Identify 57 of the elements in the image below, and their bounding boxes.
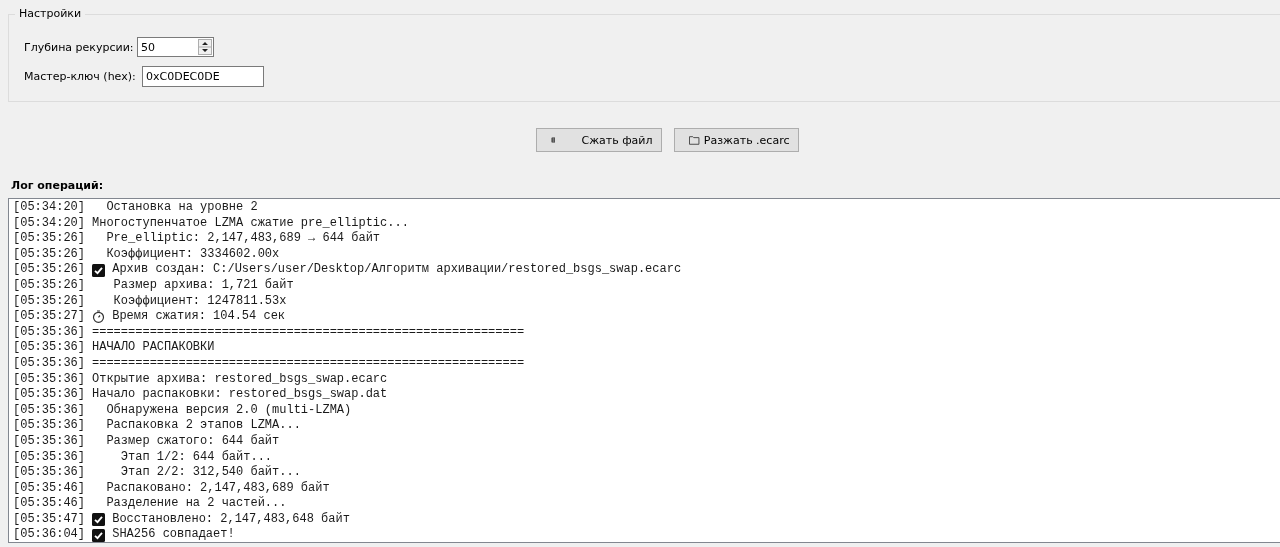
log-message: Разделение на 2 частей... [105,496,287,512]
log-message: Открытие архива: restored_bsgs_swap.ecarc [92,371,388,388]
action-button[interactable]: Сжать файл [535,128,662,152]
spin-arrows-icon[interactable] [198,39,212,55]
log-time: [05:35:26] [13,231,85,247]
spin-box[interactable]: 50 [137,37,214,57]
key-field[interactable]: 0xC0DEC0DE [142,65,264,87]
log-message: Восстановлено: 2,147,483,648 байт [111,511,350,528]
log-time: [05:35:36] [13,433,85,450]
log-time: [05:35:36] [13,355,85,372]
stopwatch-icon [92,310,105,324]
log-message: Начало распаковки: restored_bsgs_swap.dat [92,387,388,403]
checkmark-icon [92,263,105,277]
log-time: [05:35:36] [13,449,85,466]
log-time: [05:34:20] [13,215,85,232]
log-time: [05:35:26] [13,262,85,278]
log-message: Коэффициент: 1247811.53x [112,293,287,310]
folder-icon [688,135,700,145]
field-label: Глубина рекурсии: [24,40,135,54]
log-time: [05:35:26] [13,277,85,294]
log-message: НАЧАЛО РАСПАКОВКИ [92,340,215,356]
checkmark-icon [92,513,105,527]
log-time: [05:34:20] [13,200,85,216]
log-time: [05:35:36] [13,340,85,356]
log-message: Размер сжатого: 644 байт [105,433,280,450]
log-time: [05:35:26] [13,246,85,263]
log-time: [05:35:36] [13,402,85,419]
log-time: [05:35:36] [13,387,85,403]
log-message: ============================================================ [92,355,525,372]
field-label: Мастер-ключ (hex): [24,69,137,83]
log-message: Этап 1/2: 644 байт... [119,449,273,465]
log-message: Обнаружена версия 2.0 (multi-LZMA) [105,402,352,419]
log-message: Размер архива: 1,721 байт [112,277,294,294]
group-title: Настройки [15,7,86,20]
log-time: [05:36:04] [13,527,85,544]
log-message: Распаковка 2 этапов LZMA... [105,418,301,434]
log-message: SHA256 совпадает! [111,527,235,544]
log-time: [05:35:36] [13,324,85,341]
log-message: ============================================================ [92,324,525,341]
log-title: Лог операций: [11,179,105,192]
log-message: Архив создан: C:/Users/user/Desktop/Алгоритм архивации/restored_bsgs_swap.ecarc [111,262,682,278]
log-time: [05:35:27] [13,309,85,325]
log-message: Время сжатия: 104.54 сек [111,309,286,325]
log-time: [05:35:36] [13,465,85,481]
log-message: Коэффициент: 3334602.00x [105,246,280,263]
log-time: [05:35:36] [13,371,85,388]
log-time: [05:35:46] [13,496,85,512]
log-message: Распаковано: 2,147,483,689 байт [105,480,330,496]
log-time: [05:35:47] [13,511,85,528]
log-time: [05:35:46] [13,480,85,497]
log-message: Pre_elliptic: 2,147,483,689 → 644 байт [105,231,381,247]
log-message: Этап 2/2: 312,540 байт... [119,465,301,481]
log-message: Многоступенчатое LZMA сжатие pre_elliptic... [92,215,409,231]
log-time: [05:35:36] [13,418,85,434]
action-button[interactable]: Разжать .ecarc [673,128,799,152]
log-time: [05:35:26] [13,293,85,310]
log-message: Остановка на уровне 2 [105,200,258,216]
